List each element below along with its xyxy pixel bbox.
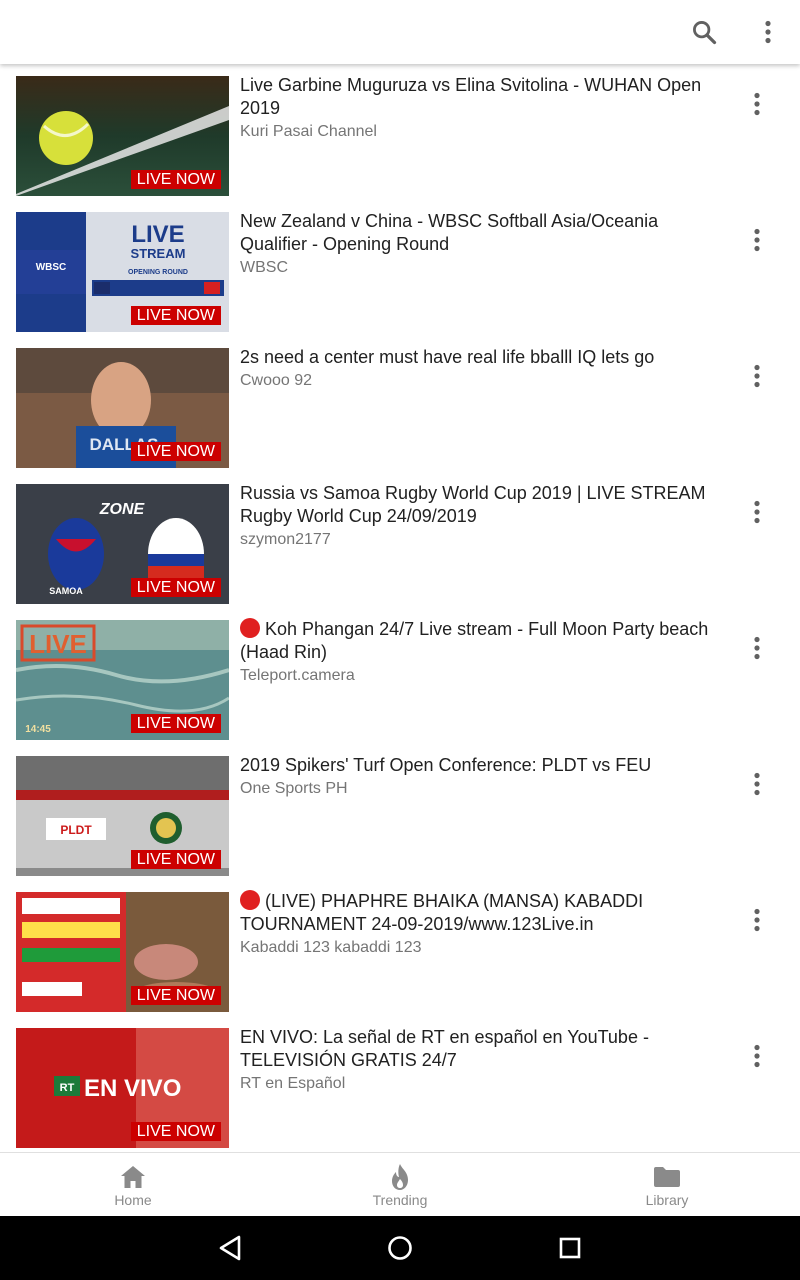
channel-name: Kuri Pasai Channel [240, 123, 377, 140]
channel-name: One Sports PH [240, 780, 348, 797]
video-row[interactable]: LIVE NOW (LIVE) PHAPHRE BHAIKA (MANSA) K… [0, 880, 800, 1016]
more-vert-icon [754, 636, 760, 660]
video-thumbnail[interactable]: ZONE SAMOA LIVE NOW [16, 484, 229, 604]
bottom-navigation: Home Trending Library [0, 1152, 800, 1216]
overflow-menu-button[interactable] [752, 14, 784, 50]
live-now-badge: LIVE NOW [130, 1122, 221, 1141]
live-now-badge: LIVE NOW [130, 714, 221, 733]
nav-label: Trending [372, 1192, 428, 1208]
video-title-text: Koh Phangan 24/7 Live stream - Full Moon… [240, 619, 709, 662]
nav-tab-trending[interactable]: Trending [267, 1153, 533, 1217]
folder-icon [654, 1167, 680, 1187]
video-thumbnail[interactable]: LIVE NOW [16, 892, 229, 1012]
live-text: LIVE [131, 221, 184, 248]
time-text: 14:45 [25, 724, 51, 735]
more-vert-icon [754, 1044, 760, 1068]
channel-name: WBSC [240, 259, 288, 276]
video-more-button[interactable] [742, 86, 772, 122]
channel-name: Teleport.camera [240, 667, 355, 684]
video-more-button[interactable] [742, 1038, 772, 1074]
nav-tab-library[interactable]: Library [534, 1153, 800, 1217]
home-icon [121, 1166, 145, 1188]
live-now-badge: LIVE NOW [130, 442, 221, 461]
video-title[interactable]: Russia vs Samoa Rugby World Cup 2019 | L… [240, 482, 710, 528]
live-now-badge: LIVE NOW [130, 850, 221, 869]
video-more-button[interactable] [742, 630, 772, 666]
video-title[interactable]: Koh Phangan 24/7 Live stream - Full Moon… [240, 618, 710, 664]
nav-label: Home [114, 1192, 152, 1208]
video-title[interactable]: EN VIVO: La señal de RT en español en Yo… [240, 1026, 710, 1072]
video-more-button[interactable] [742, 766, 772, 802]
zone-text: ZONE [99, 501, 146, 518]
video-thumbnail[interactable]: LIVE NOW [16, 76, 229, 196]
video-title[interactable]: 2019 Spikers' Turf Open Conference: PLDT… [240, 754, 710, 777]
video-thumbnail[interactable]: RT EN VIVO LIVE NOW [16, 1028, 229, 1148]
channel-name: Cwooo 92 [240, 372, 313, 389]
envivo-text: EN VIVO [84, 1075, 181, 1102]
nav-label: Library [645, 1192, 689, 1208]
video-title-text: (LIVE) PHAPHRE BHAIKA (MANSA) KABADDI TO… [240, 891, 644, 934]
video-thumbnail[interactable]: WBSC LIVE STREAM OPENING ROUND LIVE NOW [16, 212, 229, 332]
recents-icon [559, 1237, 581, 1259]
live-now-badge: LIVE NOW [130, 306, 221, 325]
koh-live-text: LIVE [29, 629, 87, 659]
video-row[interactable]: WBSC LIVE STREAM OPENING ROUND LIVE NOW … [0, 200, 800, 336]
video-more-button[interactable] [742, 494, 772, 530]
system-navigation-bar [0, 1216, 800, 1280]
nav-tab-home[interactable]: Home [0, 1153, 266, 1217]
more-vert-icon [754, 500, 760, 524]
live-now-badge: LIVE NOW [130, 578, 221, 597]
system-recents-button[interactable] [554, 1232, 586, 1264]
video-thumbnail[interactable]: LIVE 14:45 LIVE NOW [16, 620, 229, 740]
video-title[interactable]: Live Garbine Muguruza vs Elina Svitolina… [240, 74, 710, 120]
top-app-bar [0, 0, 800, 64]
more-vert-icon [754, 772, 760, 796]
video-thumbnail[interactable]: PLDT LIVE NOW [16, 756, 229, 876]
video-row[interactable]: PLDT LIVE NOW 2019 Spikers' Turf Open Co… [0, 744, 800, 880]
search-icon [693, 21, 717, 45]
video-title[interactable]: 2s need a center must have real life bba… [240, 346, 710, 369]
video-more-button[interactable] [742, 222, 772, 258]
video-more-button[interactable] [742, 358, 772, 394]
video-title[interactable]: (LIVE) PHAPHRE BHAIKA (MANSA) KABADDI TO… [240, 890, 710, 936]
flame-icon [392, 1164, 408, 1190]
round-text: OPENING ROUND [128, 269, 188, 276]
live-dot-icon [240, 890, 260, 910]
video-row[interactable]: LIVE 14:45 LIVE NOW Koh Phangan 24/7 Liv… [0, 608, 800, 744]
samoa-text: SAMOA [49, 586, 83, 596]
video-row[interactable]: DALLAS LIVE NOW 2s need a center must ha… [0, 336, 800, 472]
more-vert-icon [754, 228, 760, 252]
search-button[interactable] [686, 14, 722, 50]
system-back-button[interactable] [214, 1232, 246, 1264]
live-now-badge: LIVE NOW [130, 170, 221, 189]
system-home-button[interactable] [384, 1232, 416, 1264]
more-vert-icon [754, 908, 760, 932]
more-vert-icon [765, 20, 771, 44]
stream-text: STREAM [131, 246, 186, 261]
live-now-badge: LIVE NOW [130, 986, 221, 1005]
video-row[interactable]: ZONE SAMOA LIVE NOW Russia vs Samoa Rugb… [0, 472, 800, 608]
more-vert-icon [754, 364, 760, 388]
video-more-button[interactable] [742, 902, 772, 938]
video-row[interactable]: LIVE NOW Live Garbine Muguruza vs Elina … [0, 64, 800, 200]
channel-name: szymon2177 [240, 531, 331, 548]
channel-name: RT en Español [240, 1075, 346, 1092]
pldt-text: PLDT [60, 823, 92, 837]
back-icon [219, 1235, 241, 1261]
video-list: LIVE NOW Live Garbine Muguruza vs Elina … [0, 64, 800, 1152]
live-dot-icon [240, 618, 260, 638]
rt-logo-text: RT [60, 1082, 75, 1094]
more-vert-icon [754, 92, 760, 116]
channel-name: Kabaddi 123 kabaddi 123 [240, 939, 422, 956]
home-circle-icon [388, 1236, 412, 1260]
wbsc-logo-text: WBSC [36, 262, 67, 273]
video-title[interactable]: New Zealand v China - WBSC Softball Asia… [240, 210, 710, 256]
video-row[interactable]: RT EN VIVO LIVE NOW EN VIVO: La señal de… [0, 1016, 800, 1152]
video-thumbnail[interactable]: DALLAS LIVE NOW [16, 348, 229, 468]
